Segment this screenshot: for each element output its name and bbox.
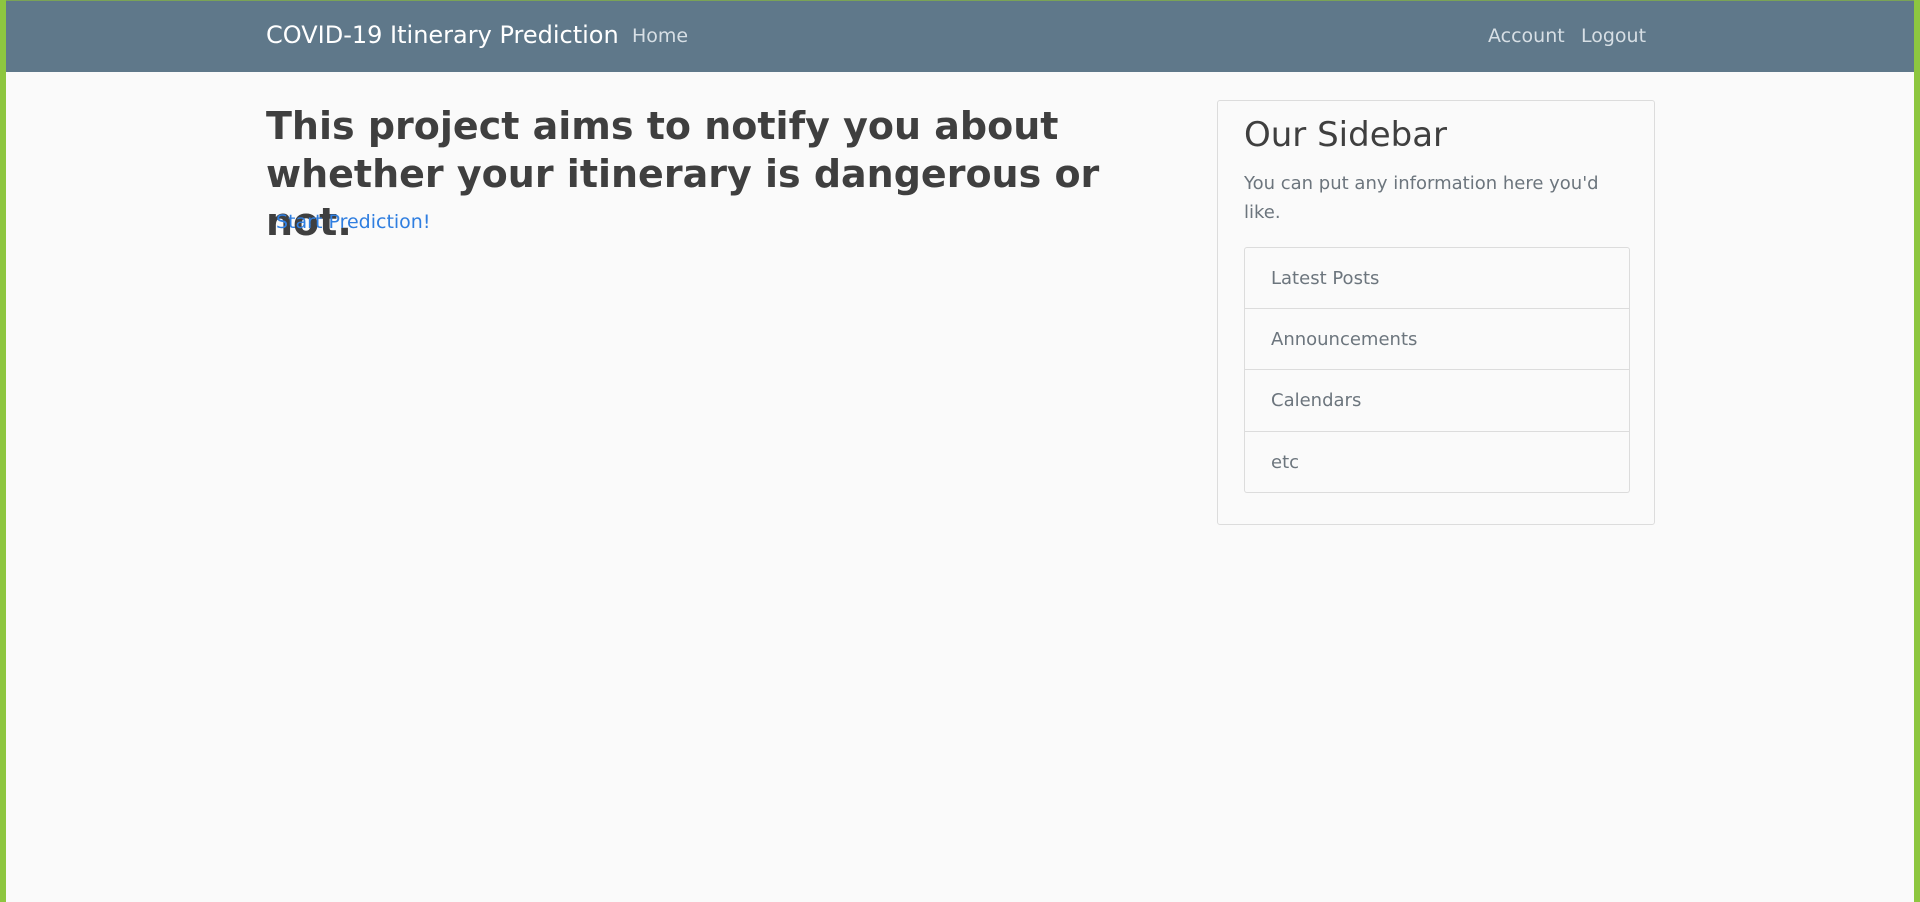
sidebar-card: Our Sidebar You can put any information … bbox=[1217, 100, 1655, 525]
top-navbar: COVID-19 Itinerary Prediction Home Accou… bbox=[6, 0, 1914, 72]
sidebar-item-calendars[interactable]: Calendars bbox=[1244, 370, 1630, 432]
nav-logout-link[interactable]: Logout bbox=[1581, 25, 1646, 47]
sidebar-title: Our Sidebar bbox=[1244, 115, 1448, 155]
sidebar-item-latest-posts[interactable]: Latest Posts bbox=[1244, 247, 1630, 309]
sidebar-description: You can put any information here you'd l… bbox=[1244, 173, 1599, 223]
nav-home-link[interactable]: Home bbox=[632, 25, 688, 47]
sidebar-item-etc[interactable]: etc bbox=[1244, 431, 1630, 493]
start-prediction-link[interactable]: Start Prediction! bbox=[276, 211, 430, 233]
browser-viewport: COVID-19 Itinerary Prediction Home Accou… bbox=[0, 0, 1920, 902]
brand-link[interactable]: COVID-19 Itinerary Prediction bbox=[266, 21, 619, 49]
nav-account-link[interactable]: Account bbox=[1488, 25, 1565, 47]
sidebar-list: Latest Posts Announcements Calendars etc bbox=[1244, 247, 1630, 493]
sidebar-item-announcements[interactable]: Announcements bbox=[1244, 308, 1630, 370]
